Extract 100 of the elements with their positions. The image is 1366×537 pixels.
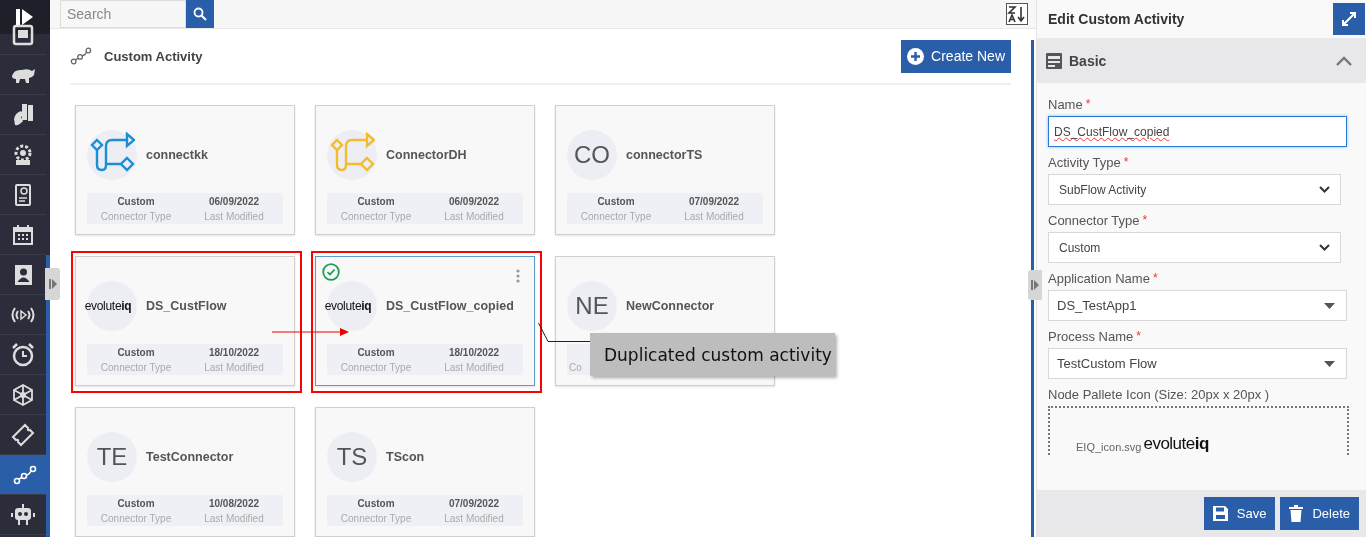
activity-card[interactable]: TE TestConnector Custom Connector Type 10/08/2022 Last Modified xyxy=(75,407,295,537)
field-label: Process Name xyxy=(1048,329,1134,344)
sort-icon[interactable] xyxy=(1006,3,1028,25)
connector-type: Custom xyxy=(357,194,395,209)
trash-icon xyxy=(1289,505,1304,522)
modified-date: 10/08/2022 xyxy=(208,496,260,511)
field-caption: Connector Type xyxy=(100,360,172,375)
activity-card[interactable]: evoluteiq DS_CustFlow Custom Connector Type 18/10/2022 Last Modified xyxy=(75,256,295,386)
connector-type: Custom xyxy=(357,496,395,511)
modified-date: 06/09/2022 xyxy=(448,194,500,209)
avatar-initials: NE xyxy=(575,291,609,320)
field-caption: Last Modified xyxy=(204,209,264,224)
required-mark: * xyxy=(1085,97,1091,112)
chevron-up-icon xyxy=(1336,55,1352,66)
logo-wordmark: evoluteiq xyxy=(324,298,372,313)
field-caption: Connector Type xyxy=(340,360,412,375)
modified-date: 18/10/2022 xyxy=(208,345,260,360)
icon-upload-area[interactable]: EIQ_icon.svg evoluteiq xyxy=(1048,406,1349,455)
flow-icon xyxy=(13,464,37,485)
search-field[interactable]: Search xyxy=(60,0,186,28)
panel-toggle-icon[interactable] xyxy=(1028,270,1042,300)
field-caption: Last Modified xyxy=(204,360,264,375)
modified-date: 06/09/2022 xyxy=(208,194,260,209)
document-icon xyxy=(14,182,32,207)
required-mark: * xyxy=(1152,271,1158,286)
card-title: ConnectorDH xyxy=(386,147,467,162)
logo-wordmark: evoluteiq xyxy=(84,298,132,313)
flow-icon xyxy=(70,46,92,66)
file-name: EIQ_icon.svg xyxy=(1076,441,1142,453)
save-icon xyxy=(1212,506,1228,521)
card-title: connectkk xyxy=(146,147,208,162)
field-caption: Last Modified xyxy=(444,511,504,526)
search-button[interactable] xyxy=(186,0,214,28)
field-caption: Connector Type xyxy=(340,511,412,526)
robot-icon xyxy=(11,502,35,527)
modified-date: 18/10/2022 xyxy=(448,345,500,360)
card-title: connectorTS xyxy=(626,147,703,162)
chevron-down-icon xyxy=(1319,186,1330,193)
avatar-initials: TS xyxy=(336,442,368,471)
card-title: TScon xyxy=(386,449,425,464)
expand-button[interactable] xyxy=(1333,3,1365,35)
activity-card[interactable]: ConnectorDH Custom Connector Type 06/09/2022 Last Modified xyxy=(315,105,535,235)
gear-icon xyxy=(12,143,34,166)
expand-icon xyxy=(1341,11,1357,27)
field-caption: Co xyxy=(569,360,582,375)
search-icon xyxy=(193,7,207,21)
name-input-field[interactable]: DS_CustFlow_copied xyxy=(1048,116,1347,147)
activity-card[interactable]: CO connectorTS Custom Connector Type 07/09/2022 Last Modified xyxy=(555,105,775,235)
field-caption: Connector Type xyxy=(100,209,172,224)
card-title: DS_CustFlow_copied xyxy=(386,298,514,313)
dropdown-field[interactable]: DS_TestApp1 xyxy=(1048,290,1347,321)
chevron-down-icon xyxy=(1319,244,1330,251)
avatar-initials: TE xyxy=(96,442,128,471)
contact-icon xyxy=(13,263,33,286)
plus-icon xyxy=(907,47,925,65)
field-label: Activity Type xyxy=(1048,155,1121,170)
create-new-button[interactable]: Create New xyxy=(901,39,1011,73)
field-caption: Last Modified xyxy=(204,511,264,526)
ticket-icon xyxy=(11,422,35,447)
connector-type: Custom xyxy=(597,194,635,209)
activity-card[interactable]: evoluteiq DS_CustFlow_copied Custom Connector Type 18/10/2022 Last Modified xyxy=(315,256,535,386)
required-mark: * xyxy=(1142,213,1148,228)
modified-date: 07/09/2022 xyxy=(688,194,740,209)
more-options-icon[interactable] xyxy=(516,269,520,283)
card-title: TestConnector xyxy=(146,449,234,464)
section-header[interactable]: Basic xyxy=(1037,38,1366,83)
modified-date: 07/09/2022 xyxy=(448,496,500,511)
form-icon xyxy=(1046,52,1062,69)
connector-type: Custom xyxy=(357,345,395,360)
required-mark: * xyxy=(1123,155,1129,170)
dropdown-field[interactable]: Custom xyxy=(1048,232,1341,263)
caret-down-icon xyxy=(1324,360,1335,367)
activity-card[interactable]: TS TScon Custom Connector Type 07/09/2022 Last Modified xyxy=(315,407,535,537)
caret-down-icon xyxy=(1324,302,1335,309)
card-title: DS_CustFlow xyxy=(146,298,227,313)
logo-wordmark: evoluteiq xyxy=(1143,435,1209,453)
field-caption: Connector Type xyxy=(100,511,172,526)
required-mark: * xyxy=(1136,329,1141,344)
delete-button[interactable]: Delete xyxy=(1280,497,1359,530)
connector-type: Custom xyxy=(117,496,155,511)
section-title: Basic xyxy=(1069,52,1107,69)
ui-icon xyxy=(12,23,34,46)
field-label: Node Pallete Icon (Size: 20px x 20px ) xyxy=(1048,387,1271,402)
alarm-clock-icon xyxy=(10,341,36,368)
network-icon xyxy=(11,382,35,407)
field-label: Application Name xyxy=(1048,271,1150,286)
field-caption: Connector Type xyxy=(580,209,652,224)
dropdown-field[interactable]: SubFlow Activity xyxy=(1048,174,1341,205)
panel-title: Edit Custom Activity xyxy=(1048,11,1185,27)
save-button[interactable]: Save xyxy=(1203,497,1276,530)
annotation-tooltip: Duplicated custom activity xyxy=(590,333,835,376)
page-title: Custom Activity xyxy=(104,48,203,64)
dropdown-field[interactable]: TestCustom Flow xyxy=(1048,348,1347,379)
activity-card[interactable]: connectkk Custom Connector Type 06/09/2022 Last Modified xyxy=(75,105,295,235)
hand-cards-icon xyxy=(12,102,34,127)
field-caption: Last Modified xyxy=(444,209,504,224)
field-caption: Last Modified xyxy=(684,209,744,224)
calendar-icon xyxy=(12,223,34,246)
leader-line xyxy=(538,323,590,343)
sidebar-toggle-icon[interactable] xyxy=(45,268,60,300)
